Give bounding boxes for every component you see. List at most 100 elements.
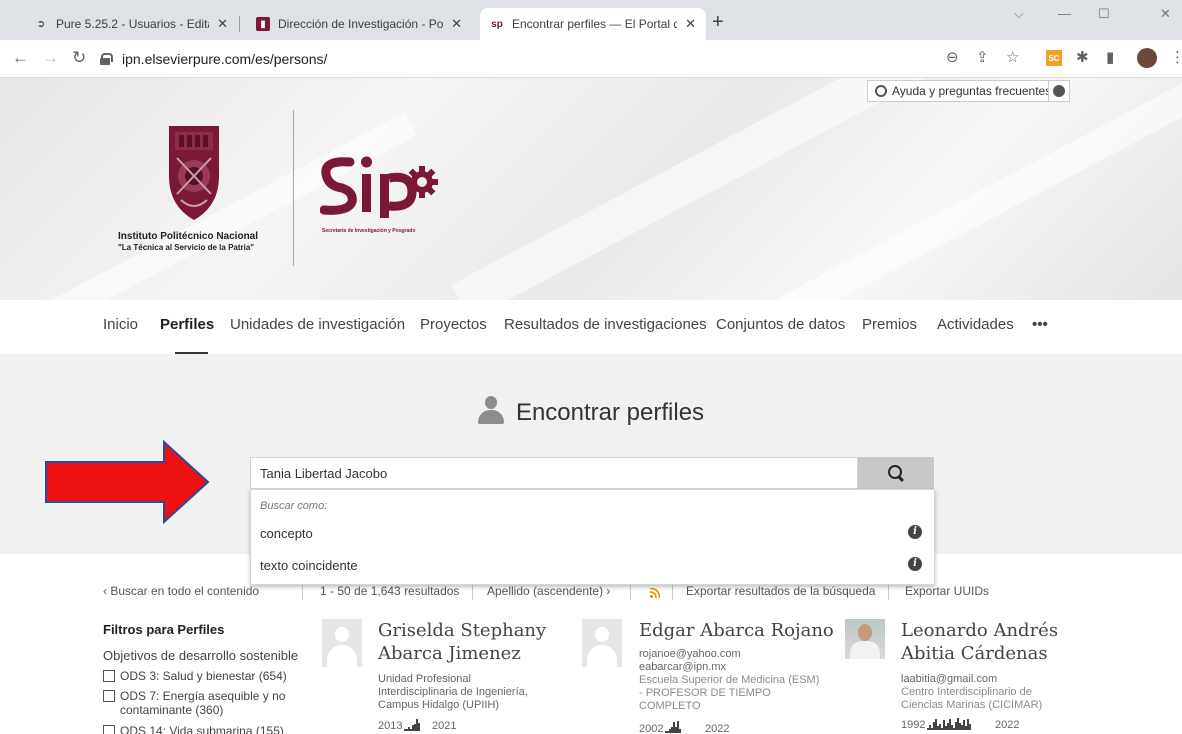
search-icon xyxy=(888,465,904,481)
filter-checkbox[interactable] xyxy=(103,670,115,682)
sparkline-bar xyxy=(418,723,420,731)
pure-favicon: ➲ xyxy=(36,18,46,30)
profile-org[interactable]: COMPLETO xyxy=(639,700,701,713)
ipn-name: Instituto Politécnico Nacional xyxy=(118,231,259,242)
profile-org[interactable]: Campus Hidalgo (UPIIH) xyxy=(378,699,499,712)
activity-year-end: 2022 xyxy=(995,719,1020,731)
nav-item-inicio[interactable]: Inicio xyxy=(103,316,138,333)
extensions-puzzle-icon[interactable]: ✱ xyxy=(1076,50,1089,66)
extension-sc-icon[interactable]: SC xyxy=(1046,50,1062,66)
filter-checkbox[interactable] xyxy=(103,725,115,734)
profile-avatar-icon[interactable] xyxy=(1137,48,1157,68)
suggest-header: Buscar como: xyxy=(260,500,328,512)
profile-name-cont[interactable]: Abarca Jimenez xyxy=(378,643,521,665)
avatar[interactable] xyxy=(582,619,622,667)
sparkline-bar xyxy=(969,724,971,730)
search-button[interactable] xyxy=(858,457,934,489)
profile-org[interactable]: Interdisciplinaria de Ingeniería, xyxy=(378,686,528,699)
activity-sparkline xyxy=(665,721,681,733)
language-button[interactable] xyxy=(1048,80,1070,102)
info-icon[interactable]: i xyxy=(908,525,922,539)
sip-logo-icon[interactable] xyxy=(320,152,440,220)
share-icon[interactable]: ⇪ xyxy=(976,50,989,66)
help-label: Ayuda y preguntas frecuentes xyxy=(892,84,1052,98)
profile-org[interactable]: - PROFESOR DE TIEMPO xyxy=(639,687,771,700)
activity-sparkline xyxy=(404,719,420,731)
search-input[interactable] xyxy=(250,457,858,489)
nav-item-premios[interactable]: Premios xyxy=(862,316,917,333)
logo-divider xyxy=(293,110,294,266)
activity-year-start: 2013 xyxy=(378,720,403,732)
ipn-motto: "La Técnica al Servicio de la Patria" xyxy=(118,243,255,252)
profile-name[interactable]: Leonardo Andrés xyxy=(901,620,1058,642)
close-icon[interactable]: ✕ xyxy=(685,16,696,32)
tab-search-icon[interactable]: ⌵ xyxy=(1014,6,1024,22)
profile-name-cont[interactable]: Abitia Cárdenas xyxy=(901,643,1048,665)
avatar[interactable] xyxy=(845,619,885,659)
export-search-link[interactable]: Exportar resultados de la búsqueda xyxy=(686,584,875,598)
tab-title: Pure 5.25.2 - Usuarios - Editable xyxy=(56,17,209,31)
results-count: 1 - 50 de 1,643 resultados xyxy=(320,584,460,598)
ipn-logo-icon[interactable] xyxy=(163,124,225,222)
nav-item-unidades[interactable]: Unidades de investigación xyxy=(230,316,405,333)
back-arrow-icon[interactable]: ← xyxy=(12,49,29,67)
minimize-icon[interactable]: — xyxy=(1058,6,1071,21)
close-icon[interactable]: ✕ xyxy=(451,16,462,32)
browser-tab-direccion[interactable]: ▮ Dirección de Investigación - Portal ✕ xyxy=(246,8,472,40)
nav-more-button[interactable]: ••• xyxy=(1032,316,1048,333)
suggestion-texto-coincidente[interactable]: texto coincidente i xyxy=(251,552,934,578)
browser-tab-pure[interactable]: ➲ Pure 5.25.2 - Usuarios - Editable ✕ xyxy=(24,8,238,40)
profile-name[interactable]: Edgar Abarca Rojano xyxy=(639,620,834,642)
suggestion-label: texto coincidente xyxy=(260,558,358,573)
profile-email: rojanoe@yahoo.com xyxy=(639,648,741,660)
suggestion-concepto[interactable]: concepto i xyxy=(251,520,934,546)
search-suggestions-dropdown: Buscar como: concepto i texto coincident… xyxy=(250,489,935,585)
profile-org[interactable]: Ciencias Marinas (CICIMAR) xyxy=(901,699,1042,712)
filter-checkbox[interactable] xyxy=(103,690,115,702)
filter-option-label: ODS 14: Vida submarina (155) xyxy=(120,724,284,734)
bookmark-star-icon[interactable]: ☆ xyxy=(1006,50,1019,66)
new-tab-button[interactable]: + xyxy=(712,12,724,32)
browser-tab-bar: ➲ Pure 5.25.2 - Usuarios - Editable ✕ ▮ … xyxy=(0,0,1182,40)
address-bar: ← → ↻ ipn.elsevierpure.com/es/persons/ ⊖… xyxy=(0,40,1182,78)
nav-item-actividades[interactable]: Actividades xyxy=(937,316,1014,333)
zoom-icon[interactable]: ⊖ xyxy=(946,50,959,66)
side-panel-icon[interactable]: ▮ xyxy=(1106,50,1114,66)
maximize-icon[interactable]: ☐ xyxy=(1098,6,1110,22)
filter-option-label: ODS 7: Energía asequible y no xyxy=(120,689,286,703)
activity-year-end: 2021 xyxy=(432,720,457,732)
browser-tab-encontrar-perfiles[interactable]: sp Encontrar perfiles — El Portal de ✕ xyxy=(480,8,706,40)
close-icon[interactable]: ✕ xyxy=(217,16,228,32)
profile-name[interactable]: Griselda Stephany xyxy=(378,620,546,642)
window-close-icon[interactable]: ✕ xyxy=(1160,6,1171,22)
ipn-favicon: ▮ xyxy=(256,17,270,31)
url-field[interactable]: ipn.elsevierpure.com/es/persons/ xyxy=(100,45,800,73)
filter-option-label-cont: contaminante (360) xyxy=(120,703,224,717)
sort-dropdown[interactable]: Apellido (ascendente) › xyxy=(487,584,610,598)
lock-icon xyxy=(100,53,113,65)
sip-favicon: sp xyxy=(491,18,503,30)
info-icon[interactable]: i xyxy=(908,557,922,571)
person-icon xyxy=(477,396,504,424)
banner-decoration xyxy=(653,78,1182,300)
avatar[interactable] xyxy=(322,619,362,667)
profile-org[interactable]: Unidad Profesional xyxy=(378,673,471,686)
profile-org[interactable]: Centro Interdisciplinario de xyxy=(901,686,1032,699)
nav-item-conjuntos[interactable]: Conjuntos de datos xyxy=(716,316,845,333)
toolbar-separator xyxy=(302,584,303,600)
help-faq-button[interactable]: Ayuda y preguntas frecuentes xyxy=(867,80,1060,102)
rss-icon[interactable] xyxy=(650,588,660,598)
toolbar-separator xyxy=(472,584,473,600)
menu-kebab-icon[interactable]: ⋮ xyxy=(1170,50,1182,66)
tab-title: Dirección de Investigación - Portal xyxy=(278,17,444,31)
export-uuids-link[interactable]: Exportar UUIDs xyxy=(905,584,989,598)
forward-arrow-icon[interactable]: → xyxy=(42,49,59,67)
nav-item-resultados[interactable]: Resultados de investigaciones xyxy=(504,316,707,333)
nav-item-proyectos[interactable]: Proyectos xyxy=(420,316,487,333)
reload-icon[interactable]: ↻ xyxy=(72,49,86,67)
search-all-link[interactable]: ‹ Buscar en todo el contenido xyxy=(103,584,259,598)
toolbar-separator xyxy=(888,584,889,600)
nav-item-perfiles[interactable]: Perfiles xyxy=(160,316,214,333)
filter-group-label[interactable]: Objetivos de desarrollo sostenible xyxy=(103,648,298,663)
profile-org[interactable]: Escuela Superior de Medicina (ESM) xyxy=(639,674,819,687)
